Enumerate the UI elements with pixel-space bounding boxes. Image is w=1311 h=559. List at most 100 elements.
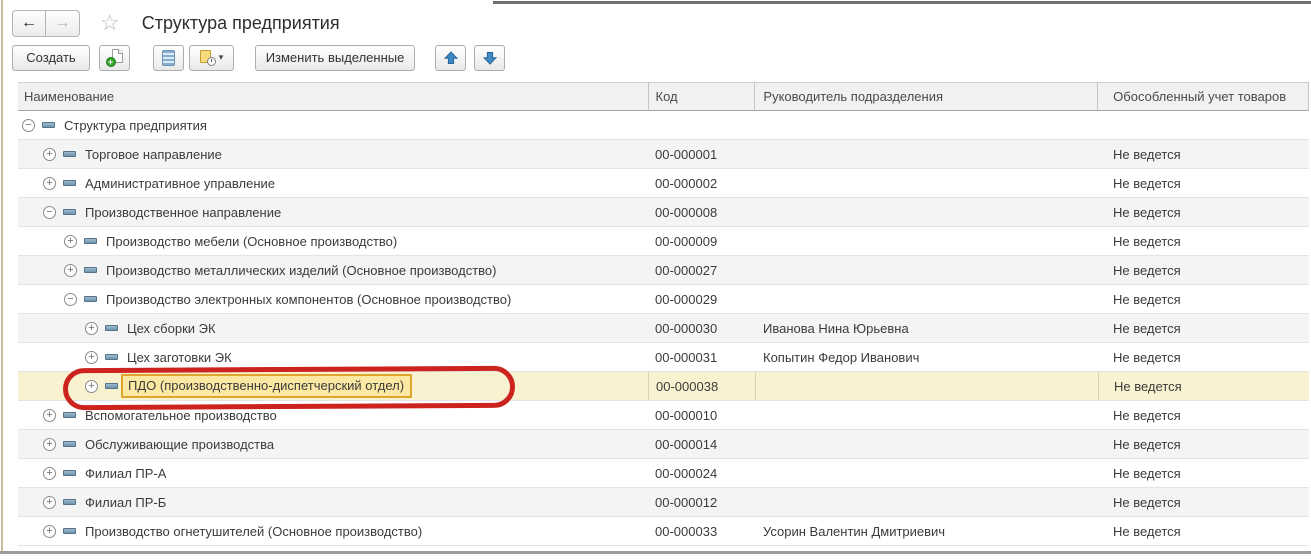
table-row[interactable]: + Производство мебели (Основное производ… xyxy=(18,227,1309,256)
manager-cell xyxy=(755,227,1098,255)
table-row[interactable]: − Структура предприятия xyxy=(18,111,1309,140)
row-label: Производство мебели (Основное производст… xyxy=(106,233,398,249)
window-top-border xyxy=(493,1,1311,4)
name-cell: − Структура предприятия xyxy=(18,111,648,139)
table-row[interactable]: − Производственное направление 00-000008… xyxy=(18,198,1309,227)
column-header-manager[interactable]: Руководитель подразделения xyxy=(754,83,1097,110)
code-cell xyxy=(648,111,755,139)
forward-button[interactable]: → xyxy=(46,9,80,37)
table-body: − Структура предприятия + Торговое напра… xyxy=(18,111,1309,546)
table-row[interactable]: − Производство электронных компонентов (… xyxy=(18,285,1309,314)
table-row[interactable]: + Производство металлических изделий (Ос… xyxy=(18,256,1309,285)
expand-icon[interactable]: + xyxy=(43,147,56,161)
expand-icon[interactable]: + xyxy=(64,234,77,248)
collapse-icon[interactable]: − xyxy=(64,292,77,306)
name-cell: + Вспомогательное производство xyxy=(18,401,648,429)
expand-icon[interactable]: + xyxy=(43,176,56,190)
group-icon xyxy=(63,209,76,215)
report-menu-button[interactable]: ▾ xyxy=(189,44,234,71)
expand-icon[interactable]: + xyxy=(64,263,77,277)
manager-cell: Копытин Федор Иванович xyxy=(763,349,920,365)
collapse-icon[interactable]: − xyxy=(22,118,35,132)
group-icon xyxy=(63,499,76,505)
move-down-button[interactable] xyxy=(474,44,505,71)
favorite-star-icon[interactable]: ☆ xyxy=(100,12,120,34)
dropdown-caret-icon: ▾ xyxy=(218,52,224,62)
code-cell: 00-000008 xyxy=(655,204,718,220)
group-icon xyxy=(63,470,76,476)
code-cell: 00-000024 xyxy=(655,465,718,481)
manager-cell xyxy=(755,140,1098,168)
row-label: Филиал ПР-Б xyxy=(85,494,167,510)
accounting-cell: Не ведется xyxy=(1113,494,1181,510)
table-row[interactable]: + Административное управление 00-000002 … xyxy=(18,169,1309,198)
expand-icon[interactable]: + xyxy=(43,524,56,538)
column-header-code[interactable]: Код xyxy=(647,83,755,110)
column-header-name[interactable]: Наименование xyxy=(18,83,648,110)
table-row[interactable]: + Производство огнетушителей (Основное п… xyxy=(18,517,1309,546)
code-cell: 00-000014 xyxy=(655,436,718,452)
code-cell: 00-000010 xyxy=(655,407,718,423)
accounting-cell: Не ведется xyxy=(1113,146,1181,162)
expand-icon[interactable]: + xyxy=(43,495,56,509)
group-icon xyxy=(105,383,118,389)
code-cell: 00-000002 xyxy=(655,175,718,191)
row-label: Производство электронных компонентов (Ос… xyxy=(106,291,512,307)
table-row[interactable]: + Цех сборки ЭК 00-000030 Иванова Нина Ю… xyxy=(18,314,1309,343)
table-row[interactable]: + ПДО (производственно-диспетчерский отд… xyxy=(18,372,1309,401)
create-group-button[interactable]: + xyxy=(99,44,130,71)
table-row[interactable]: + Торговое направление 00-000001 Не веде… xyxy=(18,140,1309,169)
row-label: Производственное направление xyxy=(85,204,282,220)
expand-icon[interactable]: + xyxy=(85,321,98,335)
row-label: Филиал ПР-А xyxy=(85,465,167,481)
move-up-button[interactable] xyxy=(435,44,466,71)
table-row[interactable]: + Филиал ПР-А 00-000024 Не ведется xyxy=(18,459,1309,488)
manager-cell xyxy=(755,459,1098,487)
page-title: Структура предприятия xyxy=(141,12,340,33)
name-cell: + Филиал ПР-Б xyxy=(18,488,648,516)
group-icon xyxy=(63,441,76,447)
column-header-accounting[interactable]: Обособленный учет товаров xyxy=(1097,83,1308,110)
expand-icon[interactable]: + xyxy=(43,466,56,480)
edit-selected-button[interactable]: Изменить выделенные xyxy=(255,44,415,71)
expand-icon[interactable]: + xyxy=(43,437,56,451)
code-cell: 00-000033 xyxy=(655,523,718,539)
list-view-button[interactable] xyxy=(153,44,184,71)
enterprise-structure-window: ← → ☆ Структура предприятия Создать + ▾ … xyxy=(0,0,1311,559)
group-icon xyxy=(63,180,76,186)
table-row[interactable]: + Филиал ПР-Б 00-000012 Не ведется xyxy=(18,488,1309,517)
back-button[interactable]: ← xyxy=(12,9,46,37)
row-label: Административное управление xyxy=(85,175,275,191)
name-cell: + Производство металлических изделий (Ос… xyxy=(18,256,648,284)
collapse-icon[interactable]: − xyxy=(43,205,56,219)
manager-cell xyxy=(755,111,1098,139)
name-cell: + Цех сборки ЭК xyxy=(18,314,648,342)
table-row[interactable]: + Вспомогательное производство 00-000010… xyxy=(18,401,1309,430)
row-label: Структура предприятия xyxy=(64,117,207,133)
name-cell: + Производство мебели (Основное производ… xyxy=(18,227,648,255)
name-cell: + Филиал ПР-А xyxy=(18,459,648,487)
accounting-cell: Не ведется xyxy=(1113,291,1181,307)
code-cell: 00-000027 xyxy=(655,262,718,278)
expand-icon[interactable]: + xyxy=(43,408,56,422)
table-row[interactable]: + Обслуживающие производства 00-000014 Н… xyxy=(18,430,1309,459)
manager-cell: Иванова Нина Юрьевна xyxy=(763,320,909,336)
group-icon xyxy=(105,354,118,360)
accounting-cell: Не ведется xyxy=(1113,465,1181,481)
create-button[interactable]: Создать xyxy=(12,44,90,71)
name-cell: − Производство электронных компонентов (… xyxy=(18,285,648,313)
manager-cell xyxy=(755,401,1098,429)
arrow-down-icon xyxy=(482,51,497,65)
name-cell: + ПДО (производственно-диспетчерский отд… xyxy=(18,372,648,400)
accounting-cell: Не ведется xyxy=(1098,372,1309,400)
expand-icon[interactable]: + xyxy=(85,350,98,364)
group-icon xyxy=(42,122,55,128)
row-label: Производство огнетушителей (Основное про… xyxy=(85,523,423,539)
code-cell: 00-000038 xyxy=(648,372,755,400)
code-cell: 00-000029 xyxy=(655,291,718,307)
table-row[interactable]: + Цех заготовки ЭК 00-000031 Копытин Фед… xyxy=(18,343,1309,372)
accounting-cell: Не ведется xyxy=(1113,436,1181,452)
expand-icon[interactable]: + xyxy=(85,379,98,393)
row-label: Торговое направление xyxy=(85,146,222,162)
name-cell: + Торговое направление xyxy=(18,140,648,168)
